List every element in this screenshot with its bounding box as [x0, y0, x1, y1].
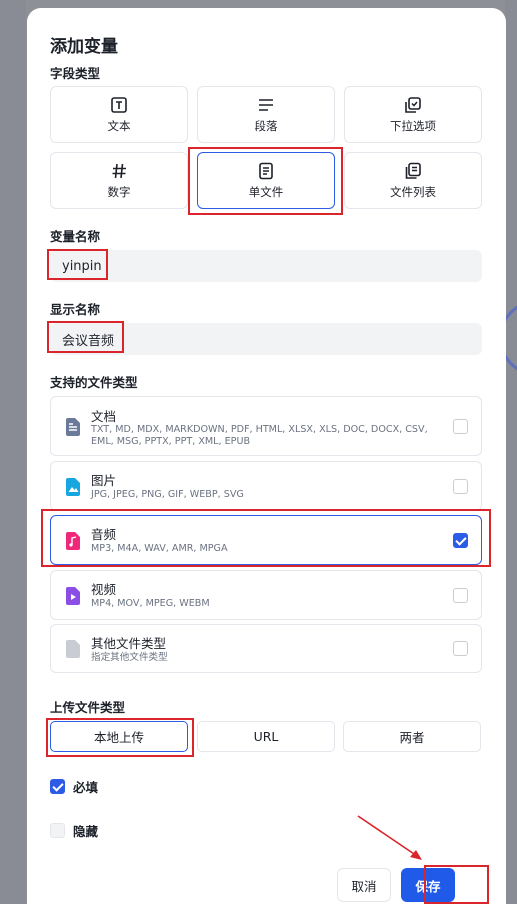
file-icon [259, 162, 273, 179]
files-icon [405, 162, 421, 179]
field-type-paragraph-label: 段落 [254, 118, 278, 133]
cancel-button[interactable]: 取消 [337, 868, 391, 902]
file-type-list: 文档 TXT, MD, MDX, MARKDOWN, PDF, HTML, XL… [50, 396, 482, 673]
add-variable-dialog: 添加变量 字段类型 文本 段落 下拉选项 数字 单文件 文件列表 变量名称 yi… [27, 8, 506, 904]
paragraph-icon [259, 98, 273, 111]
upload-type-label: 上传文件类型 [50, 700, 126, 715]
file-type-other-name: 其他文件类型 [91, 636, 167, 651]
hidden-checkbox[interactable] [50, 823, 65, 838]
variable-name-label: 变量名称 [50, 229, 101, 244]
file-type-document[interactable]: 文档 TXT, MD, MDX, MARKDOWN, PDF, HTML, XL… [50, 396, 482, 456]
field-type-single-file[interactable]: 单文件 [197, 152, 335, 209]
file-type-audio-checkbox[interactable] [453, 533, 468, 548]
field-type-select[interactable]: 下拉选项 [344, 86, 482, 143]
hidden-option[interactable]: 隐藏 [50, 821, 98, 840]
file-type-document-checkbox[interactable] [453, 419, 468, 434]
variable-name-input[interactable]: yinpin [50, 250, 482, 282]
field-type-single-file-label: 单文件 [248, 184, 284, 199]
upload-both-button[interactable]: 两者 [343, 721, 481, 752]
hidden-label: 隐藏 [73, 824, 99, 839]
field-type-select-label: 下拉选项 [390, 118, 436, 133]
file-type-other-desc: 指定其他文件类型 [91, 652, 168, 663]
document-icon [66, 418, 80, 436]
file-types-label: 支持的文件类型 [50, 375, 138, 390]
file-type-video-checkbox[interactable] [453, 588, 468, 603]
file-type-image-desc: JPG, JPEG, PNG, GIF, WEBP, SVG [91, 489, 244, 500]
file-type-audio-name: 音频 [91, 527, 117, 542]
background-right [505, 0, 517, 904]
file-type-image-checkbox[interactable] [453, 479, 468, 494]
field-type-file-list-label: 文件列表 [390, 184, 436, 199]
select-icon [405, 96, 421, 113]
required-label: 必填 [73, 780, 99, 795]
file-type-video-desc: MP4, MOV, MPEG, WEBM [91, 598, 210, 609]
video-icon [66, 587, 80, 605]
required-option[interactable]: 必填 [50, 777, 98, 796]
field-type-file-list[interactable]: 文件列表 [344, 152, 482, 209]
display-name-label: 显示名称 [50, 302, 101, 317]
generic-file-icon [66, 640, 80, 658]
field-type-number-label: 数字 [107, 184, 131, 199]
field-type-label: 字段类型 [50, 66, 101, 81]
file-type-video[interactable]: 视频 MP4, MOV, MPEG, WEBM [50, 570, 482, 620]
file-type-other-checkbox[interactable] [453, 641, 468, 656]
save-button[interactable]: 保存 [401, 868, 455, 902]
field-type-number[interactable]: 数字 [50, 152, 188, 209]
dialog-title: 添加变量 [50, 37, 118, 57]
file-type-audio[interactable]: 音频 MP3, M4A, WAV, AMR, MPGA [50, 515, 482, 565]
field-type-text[interactable]: 文本 [50, 86, 188, 143]
annotation-arrow-icon [357, 815, 422, 860]
field-type-text-label: 文本 [107, 118, 131, 133]
file-type-image[interactable]: 图片 JPG, JPEG, PNG, GIF, WEBP, SVG [50, 461, 482, 511]
upload-local-button[interactable]: 本地上传 [50, 721, 188, 752]
display-name-input[interactable]: 会议音频 [50, 323, 482, 355]
background-left [0, 0, 26, 904]
file-type-document-desc: TXT, MD, MDX, MARKDOWN, PDF, HTML, XLSX,… [91, 424, 428, 447]
file-type-audio-desc: MP3, M4A, WAV, AMR, MPGA [91, 543, 228, 554]
upload-url-button[interactable]: URL [197, 721, 335, 752]
file-type-video-name: 视频 [91, 582, 117, 597]
file-type-other[interactable]: 其他文件类型 指定其他文件类型 [50, 624, 482, 673]
text-icon [111, 96, 127, 113]
required-checkbox[interactable] [50, 779, 65, 794]
image-icon [66, 478, 80, 496]
field-type-paragraph[interactable]: 段落 [197, 86, 335, 143]
file-type-document-name: 文档 [91, 409, 117, 424]
audio-icon [66, 532, 80, 550]
file-type-image-name: 图片 [91, 473, 117, 488]
hash-icon [112, 163, 126, 178]
